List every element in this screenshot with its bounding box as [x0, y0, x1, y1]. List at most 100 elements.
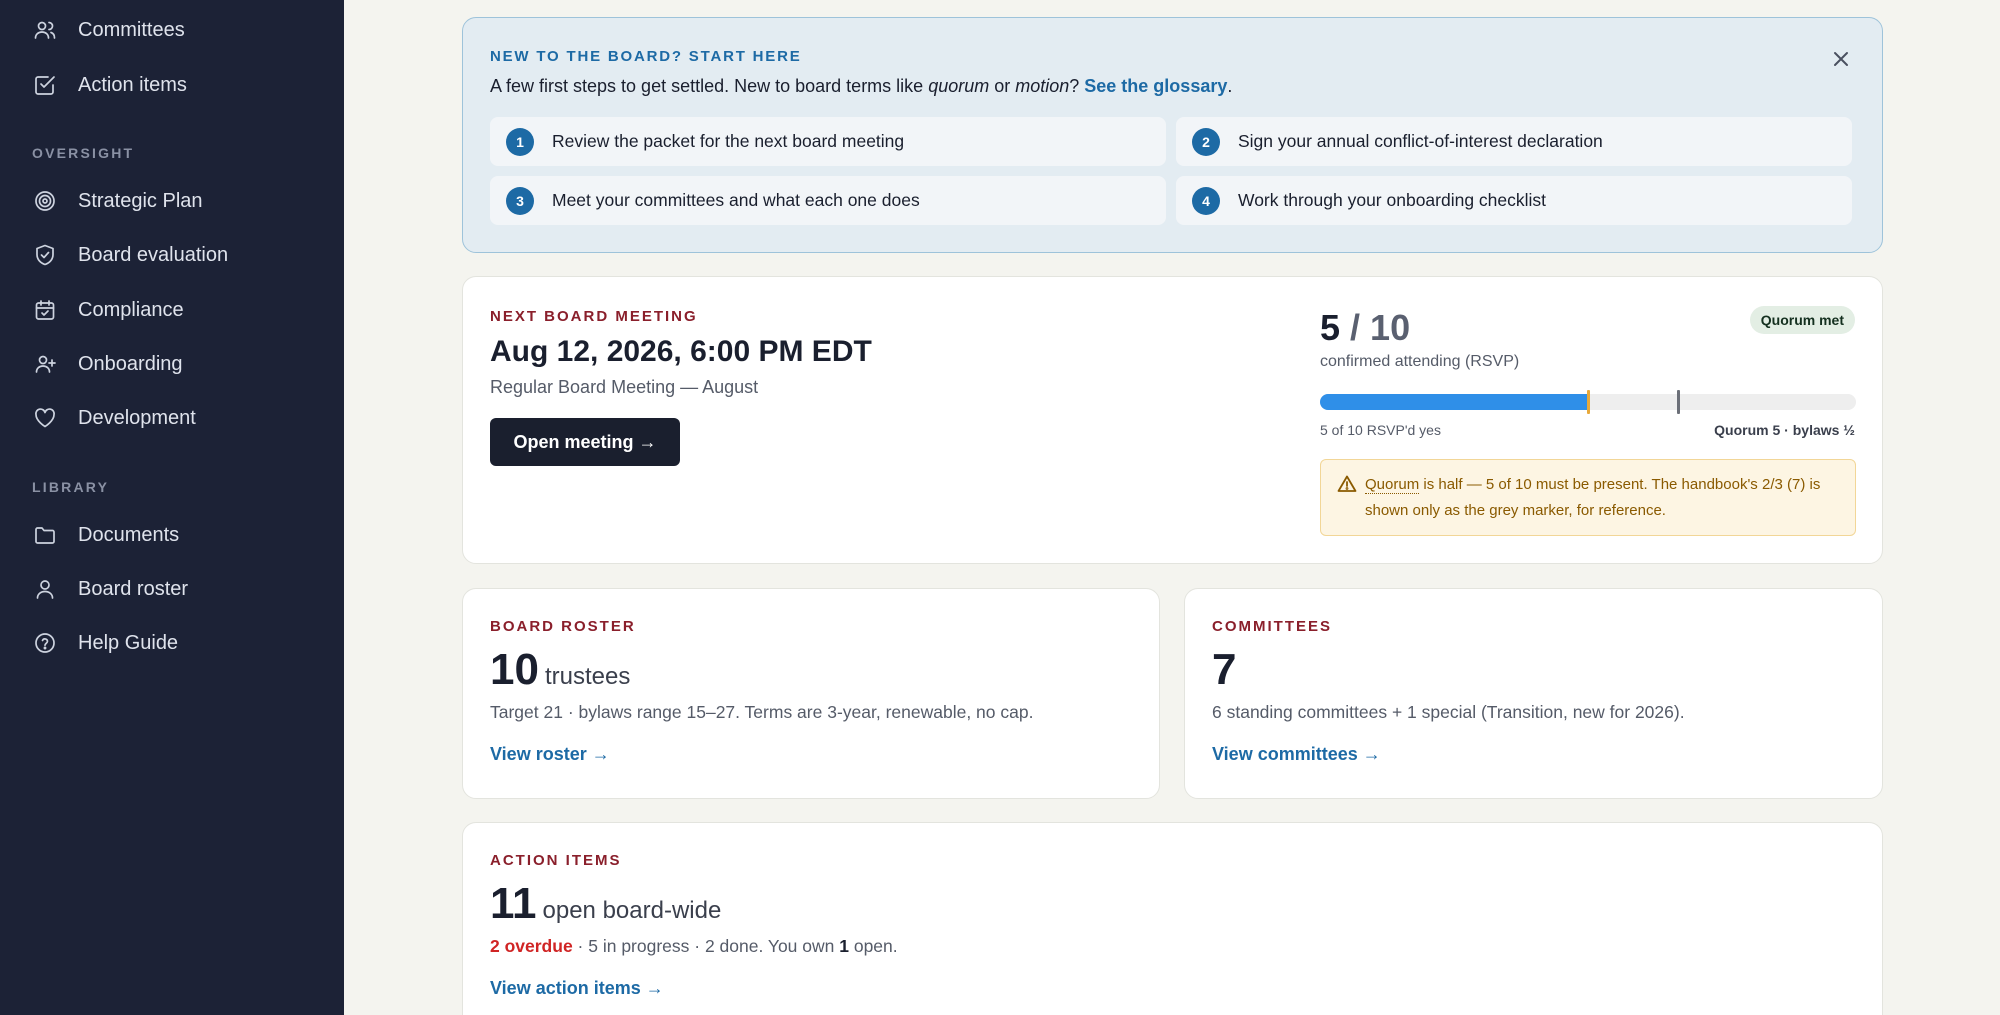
sidebar-item-label: Documents	[78, 523, 180, 546]
target-icon	[32, 188, 58, 214]
sidebar-item-label: Development	[78, 406, 196, 429]
meeting-date: Aug 12, 2026, 6:00 PM EDT	[490, 335, 872, 368]
onboarding-welcome-card: NEW TO THE BOARD? START HERE A few first…	[462, 17, 1883, 253]
roster-description: Target 21 · bylaws range 15–27. Terms ar…	[490, 702, 1034, 722]
actions-count-unit: open board-wide	[542, 897, 722, 924]
term-motion: motion	[1015, 76, 1070, 96]
close-icon[interactable]	[1830, 48, 1852, 70]
onboarding-step-4[interactable]: 4 Work through your onboarding checklist	[1176, 176, 1852, 225]
sidebar-section-library: LIBRARY	[32, 479, 110, 495]
sidebar-item-label: Board evaluation	[78, 243, 229, 266]
actions-count-number: 11	[490, 879, 537, 928]
user-icon	[32, 576, 58, 602]
welcome-desc-text: ?	[1069, 76, 1085, 96]
roster-eyebrow: BOARD ROSTER	[490, 618, 636, 635]
warning-text: is half — 5 of 10 must be present. The h…	[1365, 476, 1821, 519]
warning-icon	[1337, 474, 1357, 494]
rsvp-progress-bar	[1320, 390, 1856, 414]
calendar-check-icon	[32, 297, 58, 323]
step-number: 2	[1192, 127, 1220, 156]
sidebar-item-label: Help Guide	[78, 631, 179, 654]
rsvp-progress-fill	[1320, 394, 1588, 410]
users-icon	[32, 17, 58, 43]
sidebar-item-board-evaluation[interactable]: Board evaluation	[32, 235, 322, 275]
rsvp-progress-label: 5 of 10 RSVP'd yes	[1320, 422, 1441, 438]
rsvp-total: 10	[1370, 307, 1411, 348]
sidebar-item-help-guide[interactable]: Help Guide	[32, 623, 322, 663]
actions-count: 11 open board-wide	[490, 879, 721, 929]
meeting-name: Regular Board Meeting — August	[490, 377, 759, 397]
roster-count: 10 trustees	[490, 645, 630, 695]
view-roster-link[interactable]: View roster →	[490, 744, 610, 765]
step-number: 4	[1192, 186, 1220, 215]
step-label: Work through your onboarding checklist	[1238, 190, 1547, 210]
sidebar-item-label: Onboarding	[78, 352, 183, 375]
meeting-eyebrow: NEXT BOARD MEETING	[490, 308, 698, 325]
sidebar: Committees Action items OVERSIGHT Strate…	[0, 0, 344, 1015]
sidebar-item-action-items[interactable]: Action items	[32, 65, 322, 105]
handbook-marker	[1676, 390, 1680, 414]
onboarding-step-1[interactable]: 1 Review the packet for the next board m…	[490, 117, 1166, 166]
quorum-term[interactable]: Quorum	[1365, 476, 1420, 494]
sidebar-item-compliance[interactable]: Compliance	[32, 290, 322, 330]
onboarding-step-2[interactable]: 2 Sign your annual conflict-of-interest …	[1176, 117, 1852, 166]
welcome-description: A few first steps to get settled. New to…	[490, 76, 1232, 97]
view-committees-link[interactable]: View committees →	[1212, 744, 1381, 765]
roster-count-unit: trustees	[544, 663, 631, 690]
sidebar-section-oversight: OVERSIGHT	[32, 145, 135, 161]
committees-count: 7	[1212, 645, 1236, 695]
folder-icon	[32, 522, 58, 548]
committees-eyebrow: COMMITTEES	[1212, 618, 1332, 635]
quorum-warning: Quorum is half — 5 of 10 must be present…	[1320, 459, 1856, 536]
shield-check-icon	[32, 242, 58, 268]
step-number: 1	[506, 127, 534, 156]
welcome-desc-text: .	[1227, 76, 1233, 96]
step-label: Sign your annual conflict-of-interest de…	[1238, 131, 1603, 151]
actions-status-text: open.	[848, 936, 898, 956]
committees-card: COMMITTEES 7 6 standing committees + 1 s…	[1184, 588, 1883, 799]
rsvp-caption: confirmed attending (RSVP)	[1320, 353, 1520, 370]
roster-count-number: 10	[490, 645, 539, 694]
step-label: Review the packet for the next board mee…	[552, 131, 905, 151]
user-plus-icon	[32, 351, 58, 377]
view-action-items-link[interactable]: View action items →	[490, 978, 664, 999]
sidebar-item-strategic-plan[interactable]: Strategic Plan	[32, 181, 322, 221]
action-items-card: ACTION ITEMS 11 open board-wide 2 overdu…	[462, 822, 1883, 1015]
sidebar-item-documents[interactable]: Documents	[32, 515, 322, 555]
board-roster-card: BOARD ROSTER 10 trustees Target 21 · byl…	[462, 588, 1160, 799]
help-circle-icon	[32, 630, 58, 656]
quorum-marker	[1587, 390, 1590, 414]
actions-description: 2 overdue · 5 in progress · 2 done. You …	[490, 936, 898, 957]
sidebar-item-committees[interactable]: Committees	[32, 10, 322, 50]
rsvp-count: 5 / 10	[1320, 307, 1410, 349]
rsvp-separator: /	[1340, 307, 1371, 348]
next-meeting-card: NEXT BOARD MEETING Aug 12, 2026, 6:00 PM…	[462, 276, 1883, 564]
welcome-desc-text: or	[989, 76, 1016, 96]
quorum-status-badge: Quorum met	[1749, 306, 1855, 334]
sidebar-item-label: Board roster	[78, 577, 189, 600]
onboarding-step-3[interactable]: 3 Meet your committees and what each one…	[490, 176, 1166, 225]
sidebar-item-label: Committees	[78, 18, 185, 41]
welcome-desc-text: A few first steps to get settled. New to…	[490, 76, 929, 96]
sidebar-item-onboarding[interactable]: Onboarding	[32, 344, 322, 384]
checkbox-icon	[32, 72, 58, 98]
quorum-rule-label: Quorum 5 · bylaws ½	[1714, 422, 1855, 438]
sidebar-item-label: Compliance	[78, 298, 184, 321]
step-label: Meet your committees and what each one d…	[552, 190, 920, 210]
rsvp-confirmed: 5	[1320, 307, 1341, 348]
step-number: 3	[506, 186, 534, 215]
term-quorum: quorum	[928, 76, 990, 96]
committees-description: 6 standing committees + 1 special (Trans…	[1212, 702, 1685, 722]
sidebar-item-development[interactable]: Development	[32, 398, 322, 438]
glossary-link[interactable]: See the glossary	[1084, 76, 1227, 96]
welcome-title: NEW TO THE BOARD? START HERE	[490, 48, 802, 65]
actions-eyebrow: ACTION ITEMS	[490, 852, 622, 869]
open-meeting-button[interactable]: Open meeting →	[490, 418, 680, 466]
heart-icon	[32, 405, 58, 431]
owned-count: 1	[839, 936, 849, 956]
overdue-count: 2 overdue	[490, 936, 573, 956]
committees-count-number: 7	[1212, 645, 1237, 694]
sidebar-item-label: Action items	[78, 73, 187, 96]
sidebar-item-label: Strategic Plan	[78, 189, 203, 212]
sidebar-item-board-roster[interactable]: Board roster	[32, 569, 322, 609]
